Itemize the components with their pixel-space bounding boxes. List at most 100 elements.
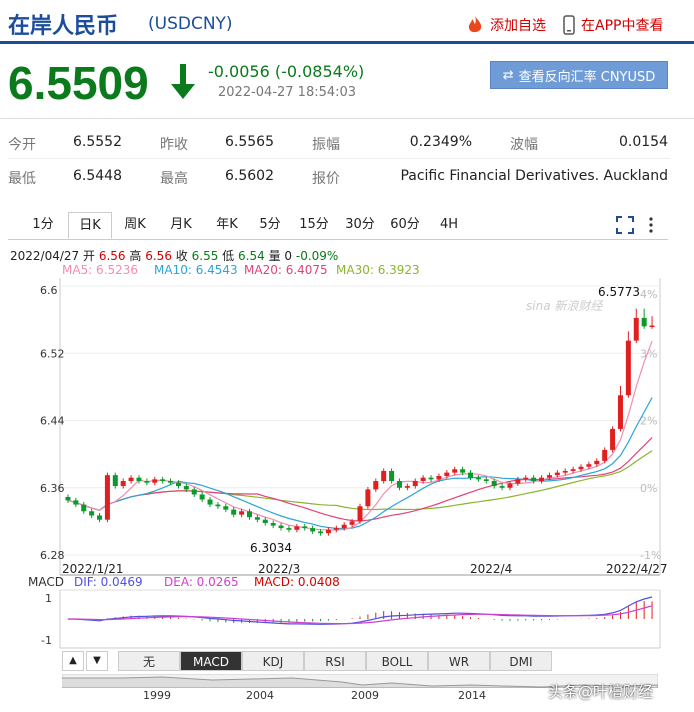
candle-body <box>254 517 260 520</box>
candle-body <box>207 499 213 505</box>
candle-body <box>278 525 284 529</box>
high-value: 6.56 <box>145 249 172 263</box>
indicator-dmi-button[interactable]: DMI <box>490 651 552 671</box>
tab-1min[interactable]: 1分 <box>18 212 68 239</box>
toutiao-watermark: 头条@叶檀财经 <box>548 683 654 701</box>
tab-daily-k[interactable]: 日K <box>68 212 112 239</box>
open-in-app-label: 在APP中查看 <box>581 18 664 34</box>
y-tick-label: 6.28 <box>40 549 65 562</box>
candle-body <box>641 317 647 327</box>
tab-5min[interactable]: 5分 <box>250 212 290 239</box>
fire-icon <box>468 16 482 33</box>
nav-down-button[interactable]: ▼ <box>86 651 108 671</box>
open-in-app-button[interactable]: 在APP中查看 <box>563 15 663 35</box>
indicator-none-button[interactable]: 无 <box>118 651 180 671</box>
candle-body <box>633 317 639 341</box>
tab-yearly-k[interactable]: 年K <box>204 212 250 239</box>
candle-body <box>270 523 276 526</box>
low-label: 低 <box>222 249 235 263</box>
ohlc-date: 2022/04/27 <box>10 249 80 263</box>
candle-body <box>349 521 355 525</box>
indicator-wr-button[interactable]: WR <box>428 651 490 671</box>
indicator-boll-button[interactable]: BOLL <box>366 651 428 671</box>
candle-body <box>610 428 616 450</box>
down-arrow-icon <box>171 64 195 99</box>
stat-value: 6.5552 <box>73 134 122 150</box>
candle-body <box>546 475 552 478</box>
tab-weekly-k[interactable]: 周K <box>112 212 158 239</box>
x-tick-label: 2022/1/21 <box>62 562 124 576</box>
candle-body <box>649 325 655 328</box>
candle-body <box>491 481 497 487</box>
candle-body <box>333 528 339 530</box>
divider <box>0 118 694 119</box>
kline-chart[interactable]: 6.6 4%6.52 3%6.44 2%6.36 0%6.28 -1% sina 新浪财经… <box>0 278 694 650</box>
nav-up-button[interactable]: ▲ <box>62 651 84 671</box>
candle-body <box>625 340 631 396</box>
candle-body <box>594 460 600 465</box>
candle-body <box>341 524 347 529</box>
tab-monthly-k[interactable]: 月K <box>158 212 204 239</box>
candle-body <box>215 504 221 507</box>
more-menu-icon[interactable] <box>648 216 654 234</box>
ma10-legend: MA10: 6.4543 <box>154 263 238 277</box>
tab-30min[interactable]: 30分 <box>338 212 382 239</box>
dif-line <box>67 596 653 625</box>
pct-change: -0.09% <box>295 249 339 263</box>
candle-body <box>294 526 300 530</box>
reverse-rate-label: 查看反向汇率 CNYUSD <box>518 69 656 85</box>
add-watchlist-button[interactable]: 添加自选 <box>466 15 546 35</box>
period-low-label: 6.3034 <box>250 541 292 555</box>
high-label: 高 <box>129 249 142 263</box>
stats-row: 最低 6.5448 最高 6.5602 报价 Pacific Financial… <box>8 162 670 192</box>
phone-icon <box>563 15 575 35</box>
tab-60min[interactable]: 60分 <box>382 212 428 239</box>
stat-label: 波幅 <box>510 137 538 153</box>
symbol-code: (USDCNY) <box>148 14 233 34</box>
stat-label: 今开 <box>8 137 36 153</box>
fullscreen-icon[interactable] <box>616 216 634 234</box>
macd-value: MACD: 0.0408 <box>254 575 340 589</box>
indicator-rsi-button[interactable]: RSI <box>304 651 366 671</box>
macd-tick: 1 <box>45 592 52 605</box>
x-tick-label: 2022/3 <box>258 562 300 576</box>
candle-body <box>183 486 189 490</box>
indicator-kdj-button[interactable]: KDJ <box>242 651 304 671</box>
candle-body <box>602 449 608 461</box>
candle-body <box>81 504 87 512</box>
candle-body <box>499 486 505 488</box>
y-tick-label: 6.52 <box>40 347 65 360</box>
stat-label: 昨收 <box>160 137 188 153</box>
pct-tick-label: 4% <box>640 288 657 301</box>
candle-body <box>231 509 237 515</box>
candle-body <box>112 475 118 487</box>
candle-body <box>310 528 316 532</box>
candle-body <box>412 481 418 487</box>
candle-body <box>325 529 331 534</box>
tab-4h[interactable]: 4H <box>428 212 470 239</box>
candle-body <box>152 479 158 483</box>
pct-tick-label: 2% <box>640 415 657 428</box>
candle-body <box>199 494 205 500</box>
macd-tick: -1 <box>41 634 52 647</box>
candle-body <box>460 469 466 473</box>
ma20-legend: MA20: 6.4075 <box>244 263 328 277</box>
candle-body <box>428 477 434 480</box>
candle-body <box>507 483 513 488</box>
indicator-macd-button[interactable]: MACD <box>180 651 242 671</box>
candle-body <box>483 479 489 482</box>
pct-tick-label: -1% <box>640 549 661 562</box>
volume-value: 0 <box>284 249 293 263</box>
ma30-legend: MA30: 6.3923 <box>336 263 420 277</box>
candle-body <box>539 477 545 482</box>
close-label: 收 <box>175 249 188 263</box>
open-value: 6.56 <box>98 249 126 263</box>
candle-body <box>73 500 79 505</box>
candle-body <box>586 464 592 467</box>
candle-body <box>531 477 537 482</box>
reverse-rate-button[interactable]: ⇄ 查看反向汇率 CNYUSD <box>490 61 668 89</box>
tab-15min[interactable]: 15分 <box>290 212 338 239</box>
stats-row: 今开 6.5552 昨收 6.5565 振幅 0.2349% 波幅 0.0154 <box>8 128 670 159</box>
stat-label: 最高 <box>160 171 188 187</box>
pct-tick-label: 0% <box>640 482 657 495</box>
